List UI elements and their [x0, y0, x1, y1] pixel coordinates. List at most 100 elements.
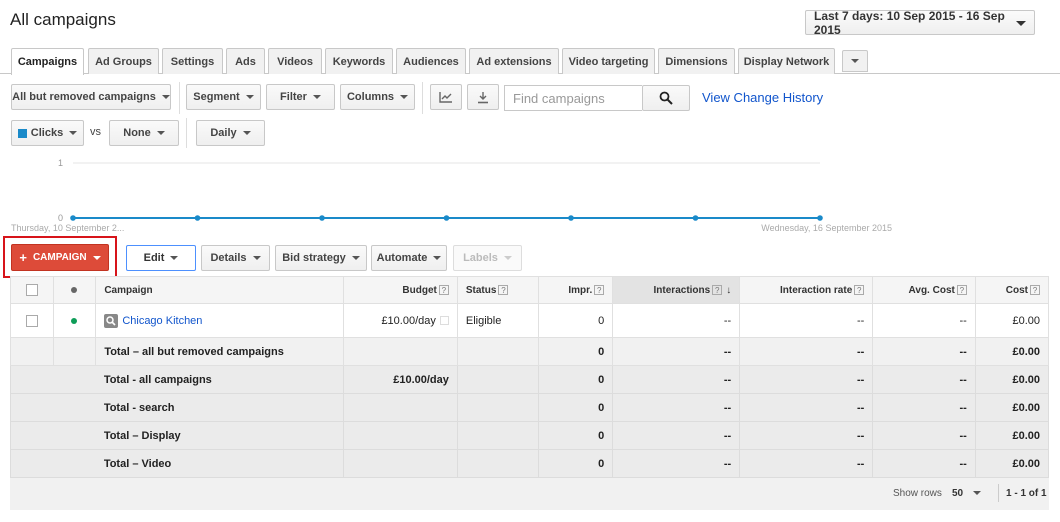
filter-dropdown[interactable]: Filter [266, 84, 335, 110]
chart-data-point [70, 215, 76, 221]
chart-data-point [319, 215, 325, 221]
campaign-filter-dropdown[interactable]: All but removed campaigns [11, 84, 171, 110]
column-header-avg-cost[interactable]: Avg. Cost? [872, 276, 976, 304]
pagination-range: 1 - 1 of 1 [1006, 488, 1047, 499]
bid-strategy-dropdown[interactable]: Bid strategy [275, 245, 367, 271]
secondary-metric-dropdown[interactable]: None [109, 120, 179, 146]
help-icon[interactable]: ? [956, 284, 967, 295]
tab-display-network[interactable]: Display Network [738, 48, 835, 74]
chart-toggle-button[interactable] [430, 84, 462, 110]
labels-dropdown: Labels [453, 245, 522, 271]
search-campaign-icon [104, 313, 119, 328]
status-enabled-dot-icon[interactable] [71, 317, 78, 324]
column-header-interaction-rate[interactable]: Interaction rate? [739, 276, 874, 304]
search-input[interactable] [504, 85, 642, 111]
column-header-status[interactable]: Status? [456, 276, 540, 304]
search-icon [659, 91, 673, 105]
chevron-down-icon [69, 131, 78, 135]
tab-video-targeting[interactable]: Video targeting [562, 48, 655, 74]
help-icon[interactable]: ? [854, 284, 865, 295]
chart-data-point [194, 215, 201, 221]
details-dropdown[interactable]: Details [201, 245, 270, 271]
tab-audiences[interactable]: Audiences [396, 48, 466, 74]
tab-ad-groups[interactable]: Ad Groups [88, 48, 159, 74]
show-rows-label: Show rows [893, 488, 942, 499]
view-change-history-link[interactable]: View Change History [702, 90, 823, 105]
chart-data-point [443, 215, 450, 221]
date-range-selector[interactable]: Last 7 days: 10 Sep 2015 - 16 Sep 2015 [805, 8, 1035, 37]
divider [186, 118, 187, 148]
vs-label: vs [90, 126, 101, 138]
table-footer: Show rows 50 1 - 1 of 1 [10, 478, 1049, 510]
total-label: Total – Video [95, 449, 345, 478]
tab-videos[interactable]: Videos [268, 48, 322, 74]
column-header-impr[interactable]: Impr.? [538, 276, 614, 304]
more-tabs-button[interactable] [842, 50, 868, 72]
help-icon[interactable]: ? [1030, 284, 1040, 295]
total-row: Total – Video 0 -- -- -- £0.00 [9, 449, 1050, 478]
period-dropdown[interactable]: Daily [196, 120, 265, 146]
chevron-down-icon [156, 131, 165, 135]
automate-dropdown[interactable]: Automate [371, 245, 447, 271]
download-button[interactable] [467, 84, 499, 110]
tab-ads[interactable]: Ads [226, 48, 265, 74]
sort-down-arrow-icon: ↓ [726, 284, 732, 296]
campaign-name-link[interactable]: Chicago Kitchen [122, 314, 202, 326]
chevron-down-icon [351, 256, 360, 260]
select-all-header [10, 276, 54, 304]
tab-dimensions[interactable]: Dimensions [658, 48, 735, 74]
column-header-campaign[interactable]: Campaign [95, 276, 345, 304]
chart-y-tick-label: 1 [58, 158, 63, 168]
total-row: Total – all but removed campaigns 0 -- -… [10, 337, 1050, 366]
select-all-checkbox[interactable] [25, 284, 38, 296]
total-row: Total - all campaigns £10.00/day 0 -- --… [9, 365, 1050, 394]
series-color-swatch [17, 128, 27, 138]
total-label: Total – Display [95, 421, 345, 450]
rows-per-page-select[interactable]: 50 [952, 488, 982, 499]
add-campaign-button[interactable]: + CAMPAIGN [11, 244, 109, 271]
tab-keywords[interactable]: Keywords [325, 48, 393, 74]
edit-dropdown[interactable]: Edit [126, 245, 196, 271]
chevron-down-icon [400, 95, 409, 99]
segment-dropdown[interactable]: Segment [186, 84, 261, 110]
chevron-down-icon [503, 256, 512, 260]
help-icon[interactable]: ? [498, 284, 509, 295]
tab-campaigns[interactable]: Campaigns [11, 48, 84, 75]
performance-chart: 1 0Thursday, 10 September 2... Wednesday, … [11, 158, 892, 233]
chevron-down-icon [252, 256, 261, 260]
row-checkbox[interactable] [25, 314, 38, 327]
tab-bar: Campaigns Ad Groups Settings Ads Videos … [0, 48, 1060, 75]
divider [179, 82, 180, 114]
column-header-budget[interactable]: Budget? [343, 276, 458, 304]
column-header-cost[interactable]: Cost? [974, 276, 1050, 304]
budget-edit-icon[interactable] [439, 316, 449, 326]
interactions-cell: -- [612, 303, 741, 338]
status-cell: Eligible [456, 303, 540, 338]
help-icon[interactable]: ? [594, 284, 605, 295]
date-range-label: Last 7 days: 10 Sep 2015 - 16 Sep 2015 [814, 8, 1005, 37]
search-button[interactable] [642, 85, 690, 111]
column-header-interactions[interactable]: Interactions? ↓ [612, 276, 741, 304]
budget-cell[interactable]: £10.00/day [343, 303, 458, 338]
divider [422, 82, 423, 114]
impr-cell: 0 [538, 303, 614, 338]
cost-cell: £0.00 [974, 303, 1050, 338]
chart-data-point [817, 215, 823, 221]
plus-icon: + [19, 250, 27, 265]
tab-settings[interactable]: Settings [162, 48, 223, 74]
columns-dropdown[interactable]: Columns [340, 84, 415, 110]
total-label: Total - all campaigns [95, 365, 345, 394]
chart-data-point [692, 215, 699, 221]
table-row: Chicago Kitchen £10.00/day Eligible 0 --… [10, 303, 1050, 338]
help-icon[interactable]: ? [712, 284, 723, 295]
total-row: Total – Display 0 -- -- -- £0.00 [9, 421, 1050, 450]
help-icon[interactable]: ? [438, 284, 449, 295]
chevron-down-icon [242, 131, 251, 135]
tab-ad-extensions[interactable]: Ad extensions [469, 48, 559, 74]
interaction-rate-cell: -- [739, 303, 874, 338]
primary-metric-dropdown[interactable]: Clicks [11, 120, 84, 146]
campaigns-table: Campaign Budget? Status? Impr.? Interact… [9, 276, 1050, 478]
chevron-down-icon [973, 491, 982, 496]
status-dot-header [52, 276, 97, 304]
status-dot-icon[interactable] [71, 286, 78, 293]
